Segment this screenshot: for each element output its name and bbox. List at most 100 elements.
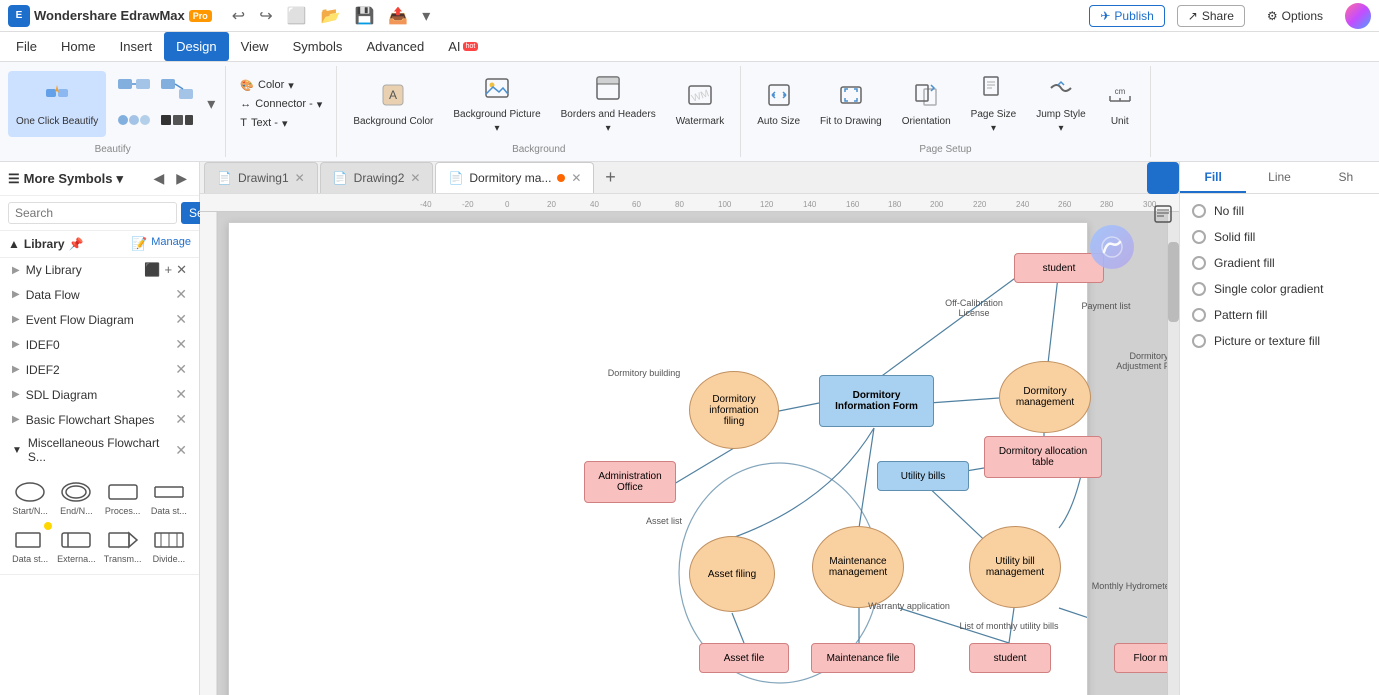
sidebar-collapse-left[interactable]: ◀ [149, 168, 168, 189]
fill-no-fill[interactable]: No fill [1180, 198, 1379, 224]
text-panel-icon-btn[interactable] [1147, 198, 1179, 230]
layout-btn-1[interactable] [114, 75, 154, 103]
expand-beautify[interactable]: ▾ [205, 94, 217, 114]
fill-picture-texture[interactable]: Picture or texture fill [1180, 328, 1379, 354]
export-btn[interactable]: 📤 [384, 4, 412, 28]
search-input[interactable] [8, 202, 177, 224]
background-picture-btn[interactable]: Background Picture ▾ [445, 71, 548, 137]
menu-design[interactable]: Design [164, 32, 228, 61]
node-dorm-mgmt[interactable]: Dormitorymanagement [999, 361, 1091, 433]
manage-link[interactable]: 📝 [131, 236, 147, 252]
unit-btn[interactable]: cm Unit [1098, 71, 1142, 137]
fill-panel-icon-btn[interactable] [1147, 162, 1179, 194]
add-item-icon[interactable]: + [165, 262, 173, 278]
orientation-btn[interactable]: Orientation [894, 71, 959, 137]
fill-solid[interactable]: Solid fill [1180, 224, 1379, 250]
fill-gradient[interactable]: Gradient fill [1180, 250, 1379, 276]
shape-process[interactable]: Proces... [101, 474, 145, 520]
tab1-close[interactable]: ✕ [295, 171, 305, 185]
menu-symbols[interactable]: Symbols [281, 32, 355, 61]
shape-end[interactable]: End/N... [54, 474, 98, 520]
node-student2[interactable]: student [969, 643, 1051, 673]
layout-btn-3[interactable] [114, 106, 154, 134]
node-utility-mgmt[interactable]: Utility billmanagement [969, 526, 1061, 608]
sidebar-item-idef2[interactable]: ▶ IDEF2 ✕ [0, 357, 199, 382]
shape-data-st2[interactable]: Data st... [8, 522, 52, 568]
node-maint-mgmt[interactable]: Maintenancemanagement [812, 526, 904, 608]
right-tab-line[interactable]: Line [1246, 162, 1312, 193]
beautify-expand-icon[interactable]: ▾ [207, 94, 215, 114]
diagram-canvas[interactable]: student DormitoryInformation Form Dormit… [228, 222, 1088, 695]
node-dorm-info-form[interactable]: DormitoryInformation Form [819, 375, 934, 427]
menu-insert[interactable]: Insert [108, 32, 165, 61]
node-dorm-alloc[interactable]: Dormitory allocationtable [984, 436, 1102, 478]
menu-file[interactable]: File [4, 32, 49, 61]
shape-divide[interactable]: Divide... [147, 522, 191, 568]
node-floor-mgr[interactable]: Floor manager [1114, 643, 1167, 673]
undo-btn[interactable]: ↩ [228, 4, 249, 28]
connector-btn[interactable]: ↔ Connector - ▾ [234, 96, 328, 113]
fill-single-color-gradient[interactable]: Single color gradient [1180, 276, 1379, 302]
publish-button[interactable]: ✈ Publish [1089, 5, 1164, 27]
color-btn[interactable]: 🎨 Color ▾ [234, 77, 328, 94]
open-btn[interactable]: 📂 [317, 4, 345, 28]
fill-pattern[interactable]: Pattern fill [1180, 302, 1379, 328]
vertical-scrollbar[interactable] [1167, 212, 1179, 695]
sidebar-item-data-flow[interactable]: ▶ Data Flow ✕ [0, 282, 199, 307]
add-library-icon[interactable]: ⬛ [144, 262, 160, 278]
right-tab-fill[interactable]: Fill [1180, 162, 1246, 193]
sidebar-dropdown-icon[interactable]: ▾ [117, 171, 124, 187]
close-basic-flowchart[interactable]: ✕ [175, 411, 187, 428]
watermark-btn[interactable]: WM Watermark [668, 71, 733, 137]
menu-home[interactable]: Home [49, 32, 108, 61]
close-library-icon[interactable]: ✕ [176, 262, 187, 278]
sidebar-item-my-library[interactable]: ▶ My Library ⬛ + ✕ [0, 258, 199, 282]
borders-headers-btn[interactable]: Borders and Headers ▾ [553, 71, 664, 137]
sidebar-item-sdl[interactable]: ▶ SDL Diagram ✕ [0, 382, 199, 407]
shape-data-store[interactable]: Data st... [147, 474, 191, 520]
sidebar-item-misc-flowchart[interactable]: ▼ Miscellaneous Flowchart S... ✕ [0, 432, 199, 468]
node-maint-file[interactable]: Maintenance file [811, 643, 915, 673]
layout-btn-4[interactable] [157, 106, 197, 134]
tab-drawing2[interactable]: 📄 Drawing2 ✕ [320, 162, 434, 193]
shape-transm[interactable]: Transm... [101, 522, 145, 568]
sidebar-collapse-right[interactable]: ▶ [172, 168, 191, 189]
jump-style-btn[interactable]: Jump Style ▾ [1028, 71, 1093, 137]
layout-btn-2[interactable] [157, 75, 197, 103]
close-event-flow[interactable]: ✕ [175, 311, 187, 328]
bg-picture-dropdown[interactable]: ▾ [494, 123, 499, 134]
menu-view[interactable]: View [229, 32, 281, 61]
tab-drawing1[interactable]: 📄 Drawing1 ✕ [204, 162, 318, 193]
manage-label[interactable]: Manage [151, 236, 191, 252]
save-btn[interactable]: 💾 [350, 4, 378, 28]
fit-to-drawing-btn[interactable]: Fit to Drawing [812, 71, 890, 137]
close-sdl[interactable]: ✕ [175, 386, 187, 403]
page-size-dropdown[interactable]: ▾ [991, 123, 996, 134]
node-asset-filing[interactable]: Asset filing [689, 536, 775, 612]
node-utility-bills[interactable]: Utility bills [877, 461, 969, 491]
redo-btn[interactable]: ↪ [255, 4, 276, 28]
text-dropdown[interactable]: ▾ [282, 117, 288, 130]
jump-style-dropdown[interactable]: ▾ [1058, 123, 1063, 134]
sidebar-item-idef0[interactable]: ▶ IDEF0 ✕ [0, 332, 199, 357]
close-data-flow[interactable]: ✕ [175, 286, 187, 303]
shape-start[interactable]: Start/N... [8, 474, 52, 520]
color-dropdown[interactable]: ▾ [288, 79, 294, 92]
node-dorm-info-filing[interactable]: Dormitoryinformationfiling [689, 371, 779, 449]
text-btn[interactable]: T Text - ▾ [234, 115, 328, 132]
close-idef0[interactable]: ✕ [175, 336, 187, 353]
more-btn[interactable]: ▾ [418, 4, 434, 28]
close-misc-flowchart[interactable]: ✕ [175, 442, 187, 459]
page-size-btn[interactable]: Page Size ▾ [963, 71, 1025, 137]
sidebar-item-event-flow[interactable]: ▶ Event Flow Diagram ✕ [0, 307, 199, 332]
tab-dormitory[interactable]: 📄 Dormitory ma... ✕ [435, 162, 594, 193]
auto-size-btn[interactable]: Auto Size [749, 71, 808, 137]
menu-advanced[interactable]: Advanced [354, 32, 436, 61]
borders-dropdown[interactable]: ▾ [606, 123, 611, 134]
shape-external[interactable]: Externa... [54, 522, 98, 568]
node-asset-file[interactable]: Asset file [699, 643, 789, 673]
scroll-thumb[interactable] [1168, 242, 1179, 322]
new-btn[interactable]: ⬜ [283, 4, 311, 28]
user-avatar[interactable] [1345, 3, 1371, 29]
right-tab-sh[interactable]: Sh [1313, 162, 1379, 193]
